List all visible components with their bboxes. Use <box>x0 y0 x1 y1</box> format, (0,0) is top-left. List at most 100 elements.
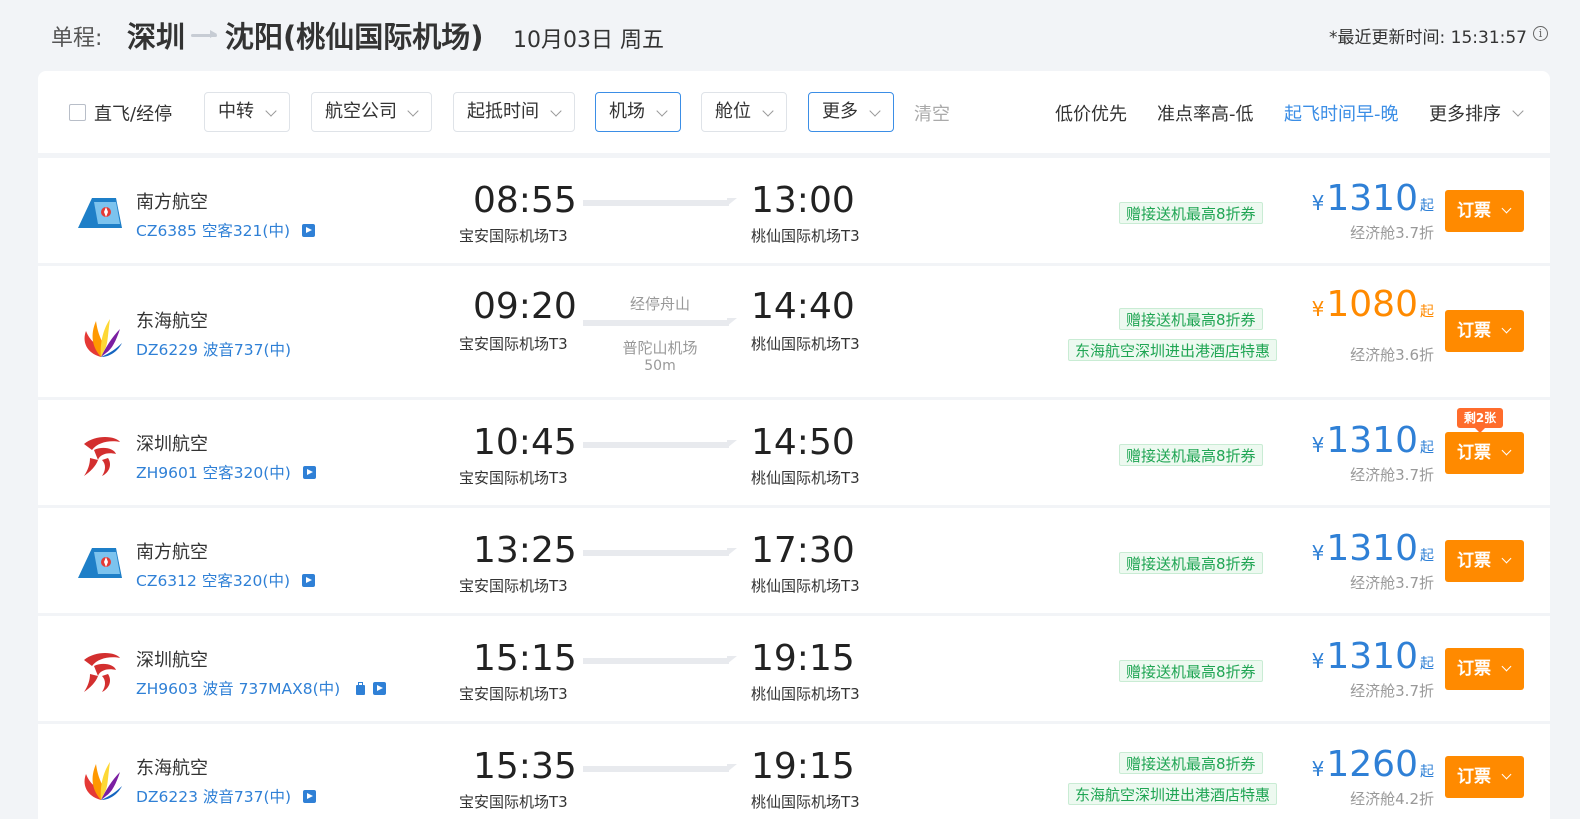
chevron-down-icon <box>1501 769 1512 780</box>
flight-number[interactable]: DZ6229 波音737(中) <box>136 338 291 360</box>
airport-filter[interactable]: 机场 <box>595 92 681 132</box>
flight-row[interactable]: 深圳航空 ZH9601 空客320(中) 10:45 宝安国际机场T3 14:50 桃仙国… <box>38 400 1550 505</box>
clear-filters-button[interactable]: 清空 <box>914 100 950 126</box>
promo-tag[interactable]: 赠接送机最高8折券 <box>1119 552 1263 574</box>
promo-tag[interactable]: 东海航空深圳进出港酒店特惠 <box>1068 339 1278 361</box>
flight-number-text[interactable]: CZ6385 空客321(中) <box>136 222 290 240</box>
flight-row[interactable]: 南方航空 CZ6385 空客321(中) 08:55 宝安国际机场T3 13:00 桃仙国… <box>38 158 1550 263</box>
sort-depart-time[interactable]: 起飞时间早-晚 <box>1284 100 1399 126</box>
origin-city: 深圳 <box>127 20 186 54</box>
transfer-filter[interactable]: 中转 <box>204 92 290 132</box>
price-suffix: 起 <box>1420 656 1434 672</box>
chevron-down-icon <box>407 105 419 117</box>
price: ¥1310 起 <box>1312 636 1434 677</box>
search-summary-header: 单程: 深圳 沈阳(桃仙国际机场) 10月03日 周五 *最近更新时间: 15:… <box>0 0 1580 70</box>
chevron-down-icon <box>762 105 774 117</box>
flight-number-text[interactable]: ZH9601 空客320(中) <box>136 464 291 482</box>
promo-tag[interactable]: 赠接送机最高8折券 <box>1119 660 1263 682</box>
flight-number-text[interactable]: ZH9603 波音 737MAX8(中) <box>136 680 340 698</box>
book-button-label: 订票 <box>1457 201 1491 221</box>
travel-date: 10月03日 周五 <box>513 28 664 53</box>
promo-tag[interactable]: 赠接送机最高8折券 <box>1119 308 1263 330</box>
flight-row[interactable]: 东海航空 DZ6229 波音737(中) 09:20 宝安国际机场T3 14:40 桃仙国… <box>38 266 1550 397</box>
price-suffix: 起 <box>1420 304 1434 320</box>
book-button[interactable]: 订票 <box>1445 648 1524 690</box>
departure-time: 08:55 <box>473 180 577 221</box>
currency-symbol: ¥ <box>1311 297 1325 321</box>
route-arrow-icon <box>583 548 737 556</box>
arrival-time: 19:15 <box>751 746 855 787</box>
book-button[interactable]: 订票 <box>1445 540 1524 582</box>
promo-tag[interactable]: 赠接送机最高8折券 <box>1119 202 1263 224</box>
arrival-airport: 桃仙国际机场T3 <box>751 335 860 353</box>
price: ¥1310 起 <box>1312 528 1434 569</box>
book-button[interactable]: 订票 <box>1445 190 1524 232</box>
sort-low-price[interactable]: 低价优先 <box>1055 100 1127 126</box>
book-button[interactable]: 订票 <box>1445 432 1524 474</box>
more-filter-label: 更多 <box>822 101 858 122</box>
chevron-down-icon[interactable] <box>1512 105 1524 117</box>
airline-filter[interactable]: 航空公司 <box>311 92 432 132</box>
price-value: 1310 <box>1326 528 1418 569</box>
flight-number[interactable]: DZ6223 波音737(中) <box>136 785 317 807</box>
departure-airport: 宝安国际机场T3 <box>459 685 568 703</box>
play-video-icon[interactable] <box>302 574 315 587</box>
sort-on-time[interactable]: 准点率高-低 <box>1157 100 1254 126</box>
shenzhen-airlines-logo-icon <box>76 646 126 696</box>
cabin-filter-label: 舱位 <box>715 101 751 122</box>
airline-name: 东海航空 <box>136 311 208 332</box>
book-button-label: 订票 <box>1457 551 1491 571</box>
arrival-time: 17:30 <box>751 530 855 571</box>
book-button[interactable]: 订票 <box>1445 756 1524 798</box>
flight-number-text[interactable]: DZ6223 波音737(中) <box>136 788 291 806</box>
price-value: 1310 <box>1326 178 1418 219</box>
flight-number[interactable]: ZH9601 空客320(中) <box>136 461 316 483</box>
play-video-icon[interactable] <box>302 466 316 479</box>
direct-checkbox[interactable] <box>69 104 86 121</box>
departure-airport: 宝安国际机场T3 <box>459 335 568 353</box>
promo-tag[interactable]: 赠接送机最高8折券 <box>1119 752 1263 774</box>
price: ¥1310 起 <box>1312 178 1434 219</box>
filter-bar: 直飞/经停 中转 航空公司 起抵时间 机场 舱位 更多 清空 低价优先 准点率高… <box>38 71 1550 153</box>
stopover-duration: 50m <box>644 358 676 374</box>
departure-time: 13:25 <box>473 530 577 571</box>
airline-name: 东海航空 <box>136 758 208 779</box>
flight-number[interactable]: CZ6385 空客321(中) <box>136 219 315 241</box>
route-arrow-icon <box>191 30 219 39</box>
departure-time: 10:45 <box>473 422 577 463</box>
flight-number[interactable]: ZH9603 波音 737MAX8(中) <box>136 677 387 699</box>
cabin-filter[interactable]: 舱位 <box>701 92 787 132</box>
flight-row[interactable]: 深圳航空 ZH9603 波音 737MAX8(中) 15:15 宝安国际机场T3 19:… <box>38 616 1550 721</box>
play-video-icon[interactable] <box>373 682 387 695</box>
flight-number-text[interactable]: CZ6312 空客320(中) <box>136 572 290 590</box>
price-suffix: 起 <box>1420 764 1434 780</box>
currency-symbol: ¥ <box>1311 541 1325 565</box>
chevron-down-icon <box>1501 661 1512 672</box>
sort-more[interactable]: 更多排序 <box>1429 100 1501 126</box>
play-video-icon[interactable] <box>302 224 315 237</box>
departure-time: 15:35 <box>473 746 577 787</box>
promo-tag[interactable]: 赠接送机最高8折券 <box>1119 444 1263 466</box>
flight-row[interactable]: 南方航空 CZ6312 空客320(中) 13:25 宝安国际机场T3 17:30 桃仙国… <box>38 508 1550 613</box>
arrival-airport: 桃仙国际机场T3 <box>751 469 860 487</box>
currency-symbol: ¥ <box>1311 757 1325 781</box>
more-filter[interactable]: 更多 <box>808 92 894 132</box>
arrival-airport: 桃仙国际机场T3 <box>751 227 860 245</box>
departure-airport: 宝安国际机场T3 <box>459 793 568 811</box>
donghai-logo-icon <box>76 311 126 361</box>
promo-tag[interactable]: 东海航空深圳进出港酒店特惠 <box>1068 783 1278 805</box>
price-value: 1310 <box>1326 636 1418 677</box>
book-button[interactable]: 订票 <box>1445 310 1524 352</box>
chevron-down-icon <box>1501 553 1512 564</box>
departure-airport: 宝安国际机场T3 <box>459 577 568 595</box>
book-button-label: 订票 <box>1457 767 1491 787</box>
direct-checkbox-label[interactable]: 直飞/经停 <box>94 100 172 126</box>
trip-type-label: 单程: <box>51 26 103 51</box>
flight-row[interactable]: 东海航空 DZ6223 波音737(中) 15:35 宝安国际机场T3 19:15 桃仙国… <box>38 724 1550 819</box>
flight-number[interactable]: CZ6312 空客320(中) <box>136 569 315 591</box>
info-icon[interactable]: i <box>1533 26 1548 41</box>
time-filter[interactable]: 起抵时间 <box>453 92 575 132</box>
departure-airport: 宝安国际机场T3 <box>459 469 568 487</box>
play-video-icon[interactable] <box>303 790 317 803</box>
flight-number-text[interactable]: DZ6229 波音737(中) <box>136 341 291 359</box>
